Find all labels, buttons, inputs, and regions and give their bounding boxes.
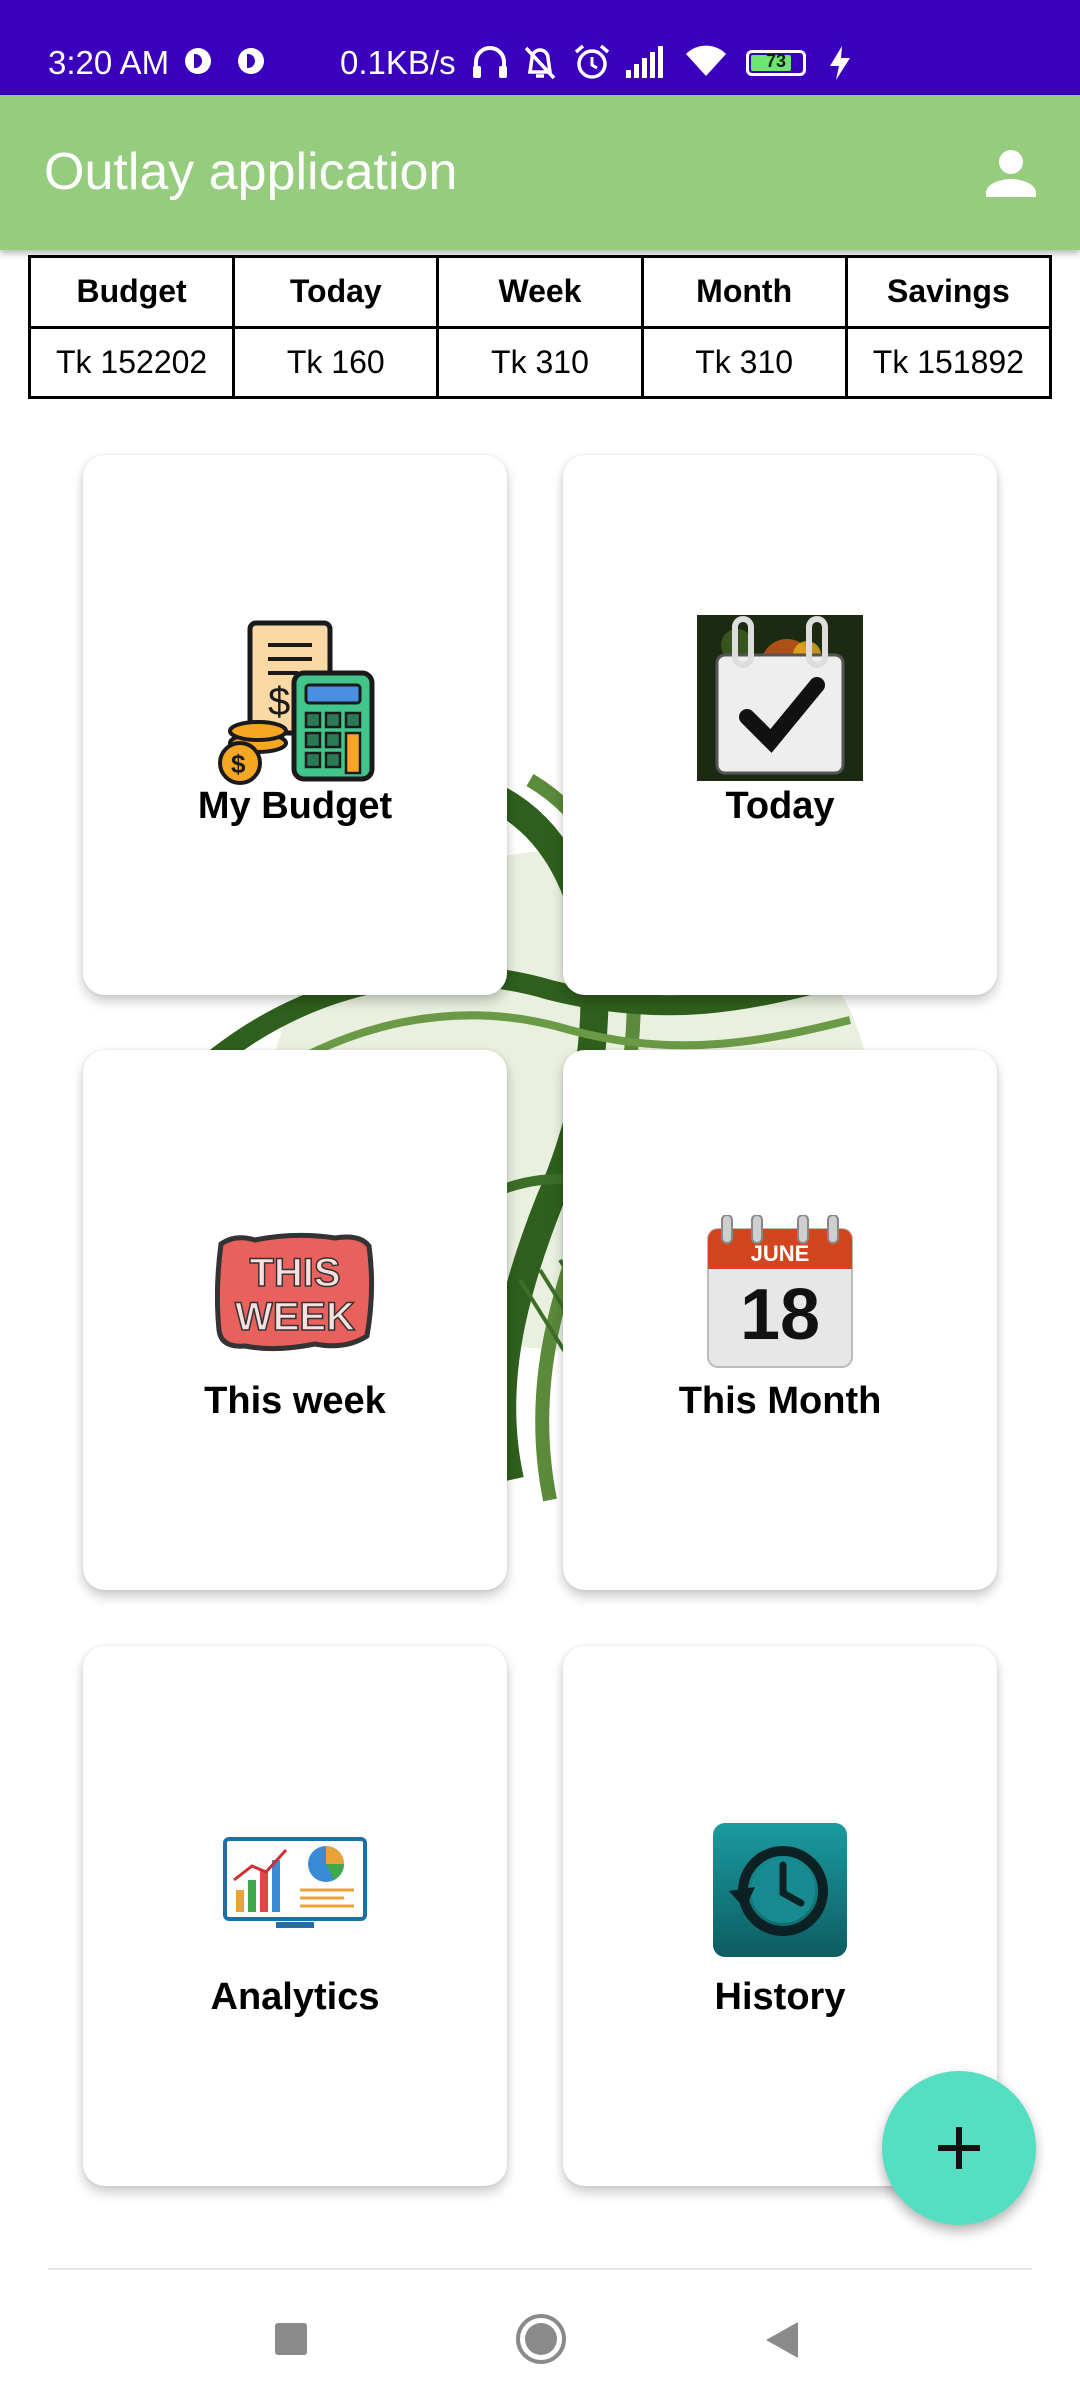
network-speed: 0.1KB/s (340, 44, 456, 81)
card-label: Analytics (210, 1976, 380, 2018)
summary-value-today: Tk 160 (232, 325, 440, 399)
svg-text:$: $ (231, 749, 246, 779)
notification-indicator-icon (185, 48, 211, 74)
status-time: 3:20 AM (48, 44, 170, 81)
calendar-month: JUNE (750, 1241, 810, 1266)
recents-square-icon[interactable] (272, 2320, 310, 2358)
navigation-divider (48, 2268, 1032, 2270)
card-label: This Month (678, 1380, 882, 1422)
summary-value-week: Tk 310 (436, 325, 644, 399)
app-bar: Outlay application (0, 95, 1080, 250)
card-this-month[interactable]: JUNE 18 This Month (563, 1050, 997, 1590)
svg-text:THIS: THIS (249, 1251, 340, 1295)
notification-indicator-icon (238, 48, 264, 74)
summary-header-today: Today (232, 255, 440, 329)
analytics-monitor-icon (223, 1837, 367, 1928)
budget-calculator-icon: $ $ (218, 620, 375, 785)
summary-header-budget: Budget (27, 255, 236, 329)
calendar-page-icon: JUNE 18 (706, 1215, 854, 1369)
bell-off-icon (524, 46, 556, 80)
card-label: This week (204, 1380, 386, 1422)
battery-icon: 73 (746, 50, 806, 76)
headphones-icon (473, 46, 507, 78)
calendar-day: 18 (739, 1275, 821, 1355)
svg-text:WEEK: WEEK (235, 1295, 355, 1339)
svg-text:$: $ (268, 680, 290, 724)
summary-value-row: Tk 152202 Tk 160 Tk 310 Tk 310 Tk 151892 (27, 325, 1053, 399)
wifi-icon (686, 45, 726, 76)
signal-icon (626, 46, 663, 78)
summary-table: Budget Today Week Month Savings Tk 15220… (27, 255, 1053, 399)
plus-icon (938, 2127, 980, 2169)
history-clock-icon (713, 1823, 847, 1957)
add-expense-button[interactable] (882, 2071, 1036, 2225)
battery-level: 73 (765, 51, 787, 71)
calendar-check-icon (697, 615, 863, 781)
summary-value-month: Tk 310 (640, 325, 848, 399)
card-label: Today (725, 785, 835, 827)
card-label: History (714, 1976, 846, 2018)
card-label: My Budget (197, 785, 393, 827)
card-today[interactable]: Today (563, 455, 997, 995)
summary-header-month: Month (640, 255, 848, 329)
navigation-bar (0, 2268, 1080, 2400)
charging-icon (830, 46, 850, 80)
summary-value-budget: Tk 152202 (27, 325, 236, 399)
app-title: Outlay application (44, 143, 458, 201)
summary-value-savings: Tk 151892 (844, 325, 1053, 399)
status-bar: 3:20 AM 0.1KB/s 73 (0, 0, 1080, 95)
summary-header-week: Week (436, 255, 644, 329)
card-my-budget[interactable]: $ $ My Budget (83, 455, 507, 995)
summary-header-savings: Savings (844, 255, 1053, 329)
person-icon[interactable] (982, 145, 1040, 203)
card-this-week[interactable]: THIS WEEK This week (83, 1050, 507, 1590)
this-week-badge-icon: THIS WEEK (215, 1232, 375, 1352)
alarm-icon (574, 44, 610, 79)
card-analytics[interactable]: Analytics (83, 1646, 507, 2186)
back-triangle-icon[interactable] (762, 2318, 802, 2362)
summary-header-row: Budget Today Week Month Savings (27, 255, 1053, 329)
home-circle-icon[interactable] (514, 2312, 568, 2366)
